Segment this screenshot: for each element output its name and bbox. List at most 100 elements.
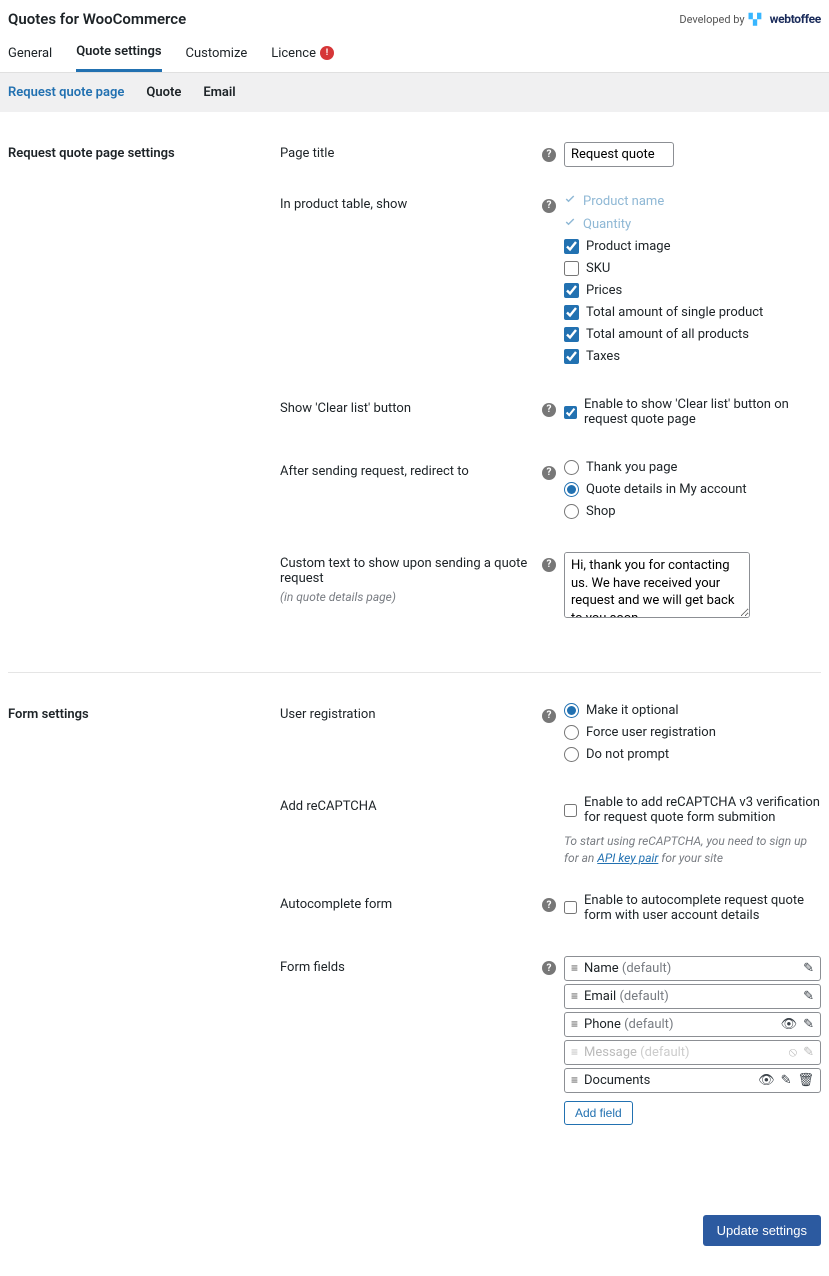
inproduct-option[interactable]: Total amount of all products <box>564 327 821 342</box>
inproduct-option-label: Total amount of all products <box>586 327 749 342</box>
subtab-quote[interactable]: Quote <box>146 85 181 100</box>
form-field-row[interactable]: ≡ Name (default) ✎ <box>564 956 821 981</box>
help-icon[interactable]: ? <box>542 961 556 975</box>
inproduct-option[interactable]: SKU <box>564 261 821 276</box>
eye-icon[interactable]: 👁 <box>781 1017 798 1032</box>
redirect-option-label: Quote details in My account <box>586 482 747 497</box>
form-field-name: Phone (default) <box>584 1017 673 1032</box>
inproduct-option[interactable]: Prices <box>564 283 821 298</box>
page-title-input[interactable] <box>564 142 674 167</box>
developed-by-text: Developed by <box>679 13 744 26</box>
form-field-row[interactable]: ≡Email (default)✎ <box>564 984 821 1009</box>
customtext-textarea[interactable] <box>564 552 750 618</box>
help-icon[interactable]: ? <box>542 709 556 723</box>
form-field-name: Name (default) <box>584 961 671 976</box>
alert-badge-icon: ! <box>320 46 334 60</box>
inproduct-option-label: Taxes <box>586 349 620 364</box>
redirect-radio[interactable] <box>564 460 579 475</box>
edit-icon[interactable]: ✎ <box>803 989 814 1004</box>
add-field-button[interactable]: Add field <box>564 1101 633 1125</box>
inproduct-checkbox[interactable] <box>564 305 579 320</box>
inproduct-option-label: Product name <box>583 194 664 209</box>
form-field-row[interactable]: ≡ Message (default) ⦸ ✎ <box>564 1040 821 1065</box>
inproduct-option[interactable]: Taxes <box>564 349 821 364</box>
update-settings-button[interactable]: Update settings <box>703 1215 821 1246</box>
userreg-radio[interactable] <box>564 703 579 718</box>
recaptcha-checkbox[interactable] <box>564 803 577 818</box>
autocomplete-checkbox[interactable] <box>564 900 577 915</box>
userreg-option[interactable]: Do not prompt <box>564 747 821 762</box>
help-icon[interactable]: ? <box>542 148 556 162</box>
drag-handle-icon[interactable]: ≡ <box>571 961 578 975</box>
redirect-label: After sending request, redirect to <box>280 460 542 479</box>
drag-handle-icon[interactable]: ≡ <box>571 989 578 1003</box>
tab-general[interactable]: General <box>8 36 52 72</box>
eye-icon[interactable]: 👁 <box>758 1073 775 1088</box>
recaptcha-note: To start using reCAPTCHA, you need to si… <box>564 833 821 867</box>
subtab-request-quote-page[interactable]: Request quote page <box>8 85 124 100</box>
userreg-option[interactable]: Force user registration <box>564 725 821 740</box>
help-icon[interactable]: ? <box>542 898 556 912</box>
check-locked-icon <box>564 216 576 232</box>
inproduct-option-label: SKU <box>586 261 610 276</box>
section-form-settings-title: Form settings <box>8 703 280 1151</box>
clearlist-checkbox[interactable] <box>564 405 577 420</box>
tab-quote-settings[interactable]: Quote settings <box>76 36 161 72</box>
userreg-radio[interactable] <box>564 747 579 762</box>
edit-icon[interactable]: ✎ <box>803 1017 814 1032</box>
clearlist-option-label: Enable to show 'Clear list' button on re… <box>584 397 821 427</box>
page-title-label: Page title <box>280 142 542 161</box>
drag-handle-icon[interactable]: ≡ <box>571 1045 578 1059</box>
customtext-sublabel: (in quote details page) <box>280 590 542 604</box>
help-icon[interactable]: ? <box>542 558 556 572</box>
inproduct-checkbox[interactable] <box>564 327 579 342</box>
inproduct-checkbox[interactable] <box>564 239 579 254</box>
tab-licence[interactable]: Licence! <box>271 36 334 72</box>
form-field-name: Documents <box>584 1073 650 1088</box>
redirect-radio[interactable] <box>564 482 579 497</box>
customtext-label: Custom text to show upon sending a quote… <box>280 556 542 586</box>
redirect-option[interactable]: Shop <box>564 504 821 519</box>
check-locked-icon <box>564 193 576 209</box>
userreg-option[interactable]: Make it optional <box>564 703 821 718</box>
eye-off-icon[interactable]: ⦸ <box>789 1045 797 1060</box>
inproduct-option-label: Total amount of single product <box>586 305 763 320</box>
form-field-name: Message (default) <box>584 1045 690 1060</box>
edit-icon[interactable]: ✎ <box>781 1073 792 1088</box>
form-field-row[interactable]: ≡ Phone (default) 👁 ✎ <box>564 1012 821 1037</box>
redirect-radio-group: Thank you page Quote details in My accoun… <box>564 460 821 519</box>
drag-handle-icon[interactable]: ≡ <box>571 1017 578 1031</box>
section-request-quote-title: Request quote page settings <box>8 142 280 648</box>
form-field-row[interactable]: ≡ Documents 👁 ✎ 🗑 <box>564 1068 821 1093</box>
inproduct-option[interactable]: Product image <box>564 239 821 254</box>
tab-customize[interactable]: Customize <box>186 36 248 72</box>
redirect-option[interactable]: Quote details in My account <box>564 482 821 497</box>
recaptcha-option[interactable]: Enable to add reCAPTCHA v3 verification … <box>564 795 821 825</box>
inproduct-option-label: Product image <box>586 239 671 254</box>
help-icon[interactable]: ? <box>542 199 556 213</box>
userreg-option-label: Make it optional <box>586 703 679 718</box>
help-icon[interactable]: ? <box>542 403 556 417</box>
inproduct-option[interactable]: Total amount of single product <box>564 305 821 320</box>
clearlist-option[interactable]: Enable to show 'Clear list' button on re… <box>564 397 821 427</box>
redirect-option[interactable]: Thank you page <box>564 460 821 475</box>
redirect-option-label: Thank you page <box>586 460 677 475</box>
userreg-option-label: Force user registration <box>586 725 716 740</box>
clearlist-label: Show 'Clear list' button <box>280 397 542 416</box>
inproduct-checkbox[interactable] <box>564 261 579 276</box>
subtab-email[interactable]: Email <box>203 85 235 100</box>
developed-by: Developed by ▚▘ webtoffee <box>679 12 821 26</box>
edit-icon[interactable]: ✎ <box>803 961 814 976</box>
redirect-radio[interactable] <box>564 504 579 519</box>
drag-handle-icon[interactable]: ≡ <box>571 1073 578 1087</box>
trash-icon[interactable]: 🗑 <box>797 1073 814 1088</box>
edit-icon[interactable]: ✎ <box>803 1045 814 1060</box>
userreg-label: User registration <box>280 703 542 722</box>
help-icon[interactable]: ? <box>542 466 556 480</box>
inproduct-checkbox[interactable] <box>564 349 579 364</box>
autocomplete-option[interactable]: Enable to autocomplete request quote for… <box>564 893 821 923</box>
primary-tabs: General Quote settings Customize Licence! <box>0 36 829 73</box>
api-key-pair-link[interactable]: API key pair <box>597 851 658 865</box>
userreg-radio[interactable] <box>564 725 579 740</box>
inproduct-checkbox[interactable] <box>564 283 579 298</box>
